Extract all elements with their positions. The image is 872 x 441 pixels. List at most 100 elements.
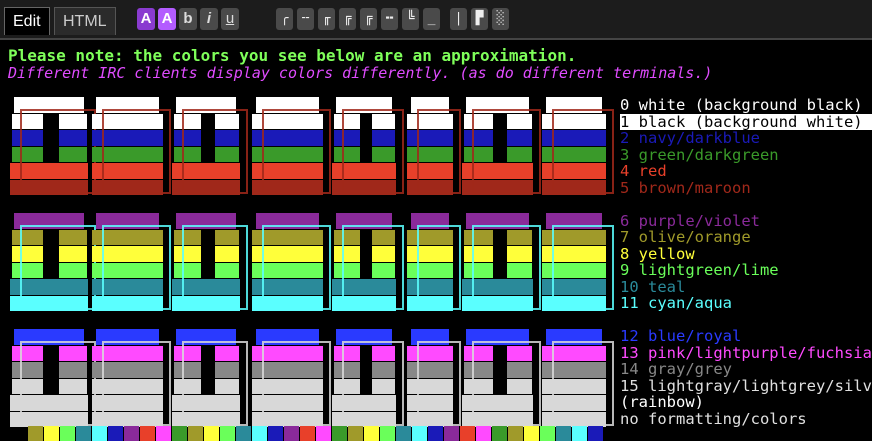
rainbow-cell [204,426,219,441]
legend-row: 10 teal [620,277,686,296]
box-glyph-button-8[interactable]: _ [423,8,440,30]
logo-outline [342,225,404,310]
rainbow-cell [284,426,299,441]
rainbow-cell [124,426,139,441]
box-glyph-button-5[interactable]: ╔ [360,8,377,30]
legend-row: 8 yellow [620,244,695,263]
rainbow-cell [348,426,363,441]
approximation-note: Please note: the colors you see below ar… [8,46,577,65]
legend-spacer [620,196,872,213]
logo-outline [102,225,171,310]
rainbow-cell [524,426,539,441]
rainbow-cell [156,426,171,441]
box-glyph-button-7[interactable]: ╚ [402,8,419,30]
rainbow-cell [428,426,443,441]
rainbow-cell [28,426,43,441]
rainbow-cell [268,426,283,441]
tab-edit[interactable]: Edit [4,7,50,35]
logo-outline [262,225,331,310]
logo-outline [552,109,614,194]
logo-outline [342,109,404,194]
rainbow-cell [92,426,107,441]
box-glyph-button-11[interactable]: ░ [492,8,509,30]
legend-row: 11 cyan/aqua [620,294,732,312]
rainbow-cell [300,426,315,441]
box-glyph-button-2[interactable]: ╌ [297,8,314,30]
tab-html[interactable]: HTML [54,7,116,35]
rainbow-cell [476,426,491,441]
logo-outline [417,109,461,194]
logo-outline [182,225,248,310]
rainbow-cell [396,426,411,441]
box-glyph-button-1[interactable]: ╭ [276,8,293,30]
logo-outline [552,225,614,310]
rainbow-cell [220,426,235,441]
rainbow-cell [508,426,523,441]
box-glyph-button-3[interactable]: ╓ [318,8,335,30]
legend-row: 1 black (background white) [620,113,872,130]
legend-row: no formatting/colors [620,409,807,427]
logo-outline [472,341,541,426]
box-glyph-button-4[interactable]: ╔ [339,8,356,30]
rainbow-cell [460,426,475,441]
toolbar: Edit HTML A A b i u ╭ ╌ ╓ ╔ ╔ ╍ ╚ _ | ▛ … [0,0,872,40]
colorize-ascii-art [0,97,614,441]
color-a-button[interactable]: A [137,8,155,30]
rainbow-cell [60,426,75,441]
legend-row: 13 pink/lightpurple/fuchsia [620,343,872,362]
rainbow-cell [572,426,587,441]
box-glyph-button-10[interactable]: ▛ [471,8,488,30]
rainbow-cell [316,426,331,441]
logo-outline [342,341,404,426]
legend-row: 14 gray/grey [620,360,732,378]
logo-outline [20,109,96,194]
legend-spacer [620,312,872,329]
rainbow-cell [332,426,347,441]
legend-row: 3 green/darkgreen [620,145,779,164]
rainbow-cell [172,426,187,441]
underline-button[interactable]: u [221,8,239,30]
logo-outline [182,341,248,426]
legend-row: 4 red [620,162,667,180]
rainbow-cell [140,426,155,441]
color-b-button[interactable]: A [158,8,176,30]
rainbow-cell [236,426,251,441]
legend-row: 2 navy/darkblue [620,129,760,147]
logo-outline [182,109,248,194]
rainbow-cell [556,426,571,441]
legend-row: 6 purple/violet [620,211,760,230]
legend-row: 5 brown/maroon [620,178,751,197]
bold-button[interactable]: b [179,8,197,30]
logo-outline [262,341,331,426]
rainbow-cell [588,426,603,441]
logo-outline [552,341,614,426]
logo-outline [20,225,96,310]
logo-outline [417,341,461,426]
rainbow-cell [380,426,395,441]
rainbow-cell [444,426,459,441]
legend-row: 7 olive/orange [620,228,751,246]
clients-note: Different IRC clients display colors dif… [8,64,713,82]
box-glyph-button-6[interactable]: ╍ [381,8,398,30]
legend-row: (rainbow) [620,393,704,411]
legend-row: 15 lightgray/lightgrey/silver [620,376,872,395]
rainbow-cell [76,426,91,441]
rainbow-cell [492,426,507,441]
logo-outline [20,341,96,426]
rainbow-cell [540,426,555,441]
logo-outline [102,341,171,426]
rainbow-cell [108,426,123,441]
legend-row: 0 white (background black) [620,97,872,114]
rainbow-cell [44,426,59,441]
rainbow-cell [252,426,267,441]
rainbow-cell [188,426,203,441]
logo-outline [262,109,331,194]
color-legend: 0 white (background black) 1 black (backg… [620,97,872,427]
italic-button[interactable]: i [200,8,218,30]
rainbow-cell [364,426,379,441]
logo-outline [472,109,541,194]
logo-outline [102,109,171,194]
box-glyph-button-9[interactable]: | [450,8,467,30]
logo-outline [472,225,541,310]
logo-outline [417,225,461,310]
